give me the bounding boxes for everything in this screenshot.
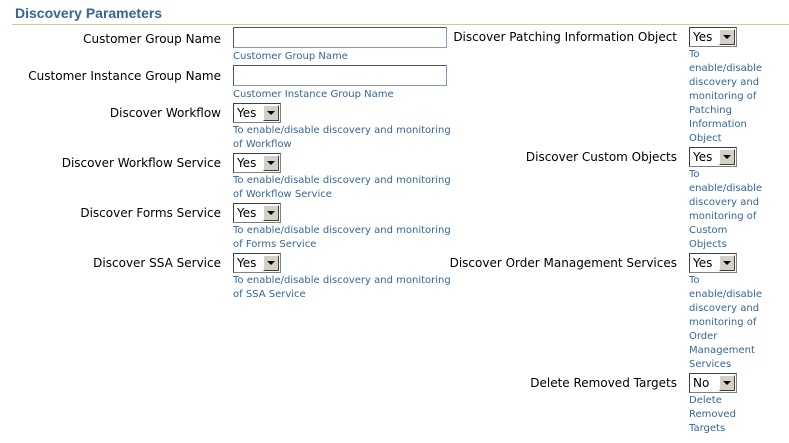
chevron-down-icon[interactable]	[719, 375, 735, 391]
discover-custom-objects-label: Discover Custom Objects	[525, 150, 677, 164]
hint-line: To enable/disable discovery and monitori…	[233, 275, 451, 286]
hint-line: of Workflow Service	[233, 189, 332, 200]
hint-line: of Workflow	[233, 139, 292, 150]
hint-line: Object	[689, 133, 722, 144]
chevron-down-icon[interactable]	[719, 149, 735, 165]
discover-workflow-hint: To enable/disable discovery and monitori…	[233, 124, 451, 152]
hint-line: Custom	[689, 225, 728, 236]
discover-workflow-service-hint: To enable/disable discovery and monitori…	[233, 174, 451, 202]
chevron-down-icon[interactable]	[263, 105, 279, 121]
hint-line: Management	[689, 345, 755, 356]
discover-ssa-service-label: Discover SSA Service	[93, 256, 221, 270]
customer-instance-group-name-label: Customer Instance Group Name	[28, 69, 221, 83]
discover-workflow-label: Discover Workflow	[109, 106, 221, 120]
delete-removed-targets-select[interactable]: No	[689, 373, 737, 393]
discover-custom-objects-select[interactable]: Yes	[689, 147, 737, 167]
discover-forms-service-value: Yes	[237, 206, 257, 220]
customer-group-name-hint: Customer Group Name	[233, 51, 348, 62]
discover-forms-service-select[interactable]: Yes	[233, 203, 281, 223]
discover-order-mgmt-select[interactable]: Yes	[689, 253, 737, 273]
discover-workflow-value: Yes	[237, 106, 257, 120]
discover-order-mgmt-label: Discover Order Management Services	[449, 256, 677, 270]
hint-line: To	[689, 275, 700, 286]
discover-ssa-service-select[interactable]: Yes	[233, 253, 281, 273]
hint-line: discovery and	[689, 197, 760, 208]
discover-patching-select[interactable]: Yes	[689, 27, 737, 47]
delete-removed-targets-value: No	[693, 376, 710, 390]
chevron-down-icon[interactable]	[263, 255, 279, 271]
chevron-down-icon[interactable]	[719, 255, 735, 271]
discover-ssa-service-hint: To enable/disable discovery and monitori…	[233, 274, 451, 302]
hint-line: monitoring of	[689, 317, 757, 328]
hint-line: of Forms Service	[233, 239, 317, 250]
discover-order-mgmt-hint: To enable/disable discovery and monitori…	[689, 274, 762, 372]
customer-instance-group-name-hint: Customer Instance Group Name	[233, 89, 394, 100]
customer-group-name-input[interactable]	[233, 27, 447, 48]
hint-line: Information	[689, 119, 747, 130]
hint-line: Delete	[689, 395, 722, 406]
customer-instance-group-name-input[interactable]	[233, 65, 447, 86]
hint-line: discovery and	[689, 303, 760, 314]
delete-removed-targets-hint: Delete Removed Targets	[689, 394, 736, 436]
discover-custom-objects-hint: To enable/disable discovery and monitori…	[689, 168, 762, 252]
hint-line: Targets	[689, 423, 726, 434]
hint-line: enable/disable	[689, 183, 763, 194]
hint-line: Patching	[689, 105, 732, 116]
hint-line: Order	[689, 331, 718, 342]
discover-workflow-service-select[interactable]: Yes	[233, 153, 281, 173]
customer-group-name-label: Customer Group Name	[83, 32, 221, 46]
hint-line: discovery and	[689, 77, 760, 88]
discover-workflow-service-value: Yes	[237, 156, 257, 170]
hint-line: Objects	[689, 239, 727, 250]
delete-removed-targets-label: Delete Removed Targets	[530, 376, 677, 390]
hint-line: enable/disable	[689, 63, 763, 74]
discover-workflow-select[interactable]: Yes	[233, 103, 281, 123]
hint-line: of SSA Service	[233, 289, 306, 300]
hint-line: To enable/disable discovery and monitori…	[233, 175, 451, 186]
discover-ssa-service-value: Yes	[237, 256, 257, 270]
chevron-down-icon[interactable]	[263, 205, 279, 221]
hint-line: enable/disable	[689, 289, 763, 300]
section-title: Discovery Parameters	[15, 5, 163, 21]
section-divider	[12, 24, 789, 25]
discover-order-mgmt-value: Yes	[693, 256, 713, 270]
discover-custom-objects-value: Yes	[693, 150, 713, 164]
hint-line: monitoring of	[689, 211, 757, 222]
hint-line: To	[689, 49, 700, 60]
hint-line: To	[689, 169, 700, 180]
discover-patching-label: Discover Patching Information Object	[453, 30, 677, 44]
chevron-down-icon[interactable]	[719, 29, 735, 45]
discover-patching-hint: To enable/disable discovery and monitori…	[689, 48, 762, 146]
hint-line: To enable/disable discovery and monitori…	[233, 125, 451, 136]
hint-line: To enable/disable discovery and monitori…	[233, 225, 451, 236]
discover-forms-service-hint: To enable/disable discovery and monitori…	[233, 224, 451, 252]
discover-patching-value: Yes	[693, 30, 713, 44]
discover-forms-service-label: Discover Forms Service	[80, 206, 221, 220]
hint-line: Removed	[689, 409, 736, 420]
chevron-down-icon[interactable]	[263, 155, 279, 171]
hint-line: monitoring of	[689, 91, 757, 102]
hint-line: Services	[689, 359, 732, 370]
discover-workflow-service-label: Discover Workflow Service	[61, 156, 221, 170]
